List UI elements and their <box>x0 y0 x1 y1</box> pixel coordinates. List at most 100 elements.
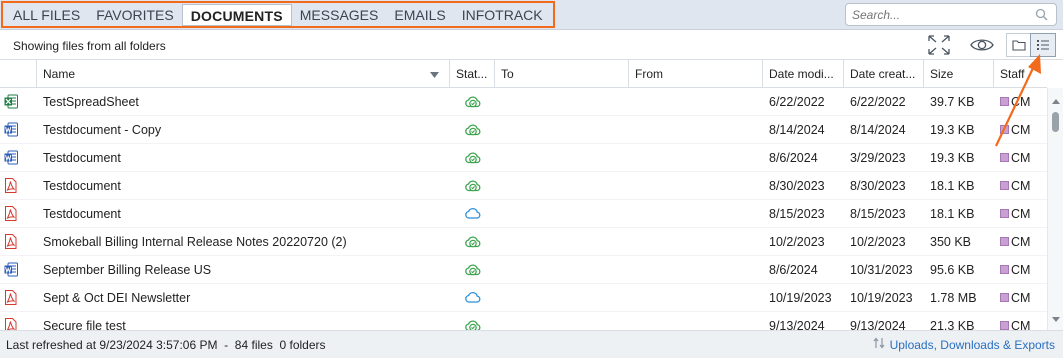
file-to <box>495 172 629 200</box>
table-row[interactable]: Secure file test 9/13/2024 9/13/2024 21.3 K… <box>0 312 1047 330</box>
file-staff: CM <box>994 88 1047 116</box>
synced-cloud-icon <box>450 256 495 284</box>
file-date-modified: 10/19/2023 <box>769 290 832 305</box>
table-row[interactable]: Testdocument 8/15/2023 8/15/2023 18.1 KB CM <box>0 200 1047 228</box>
staff-initials: CM <box>1011 150 1031 165</box>
file-date-created: 8/15/2023 <box>850 206 906 221</box>
file-size: 19.3 KB <box>930 122 975 137</box>
file-name[interactable]: TestSpreadSheet <box>37 88 450 116</box>
column-header-status[interactable]: Stat... <box>450 60 495 88</box>
folder-view-icon[interactable] <box>1006 33 1030 57</box>
files-table: Name Stat... To From Date modi... Date c… <box>0 60 1047 330</box>
file-date-modified: 8/14/2024 <box>769 122 825 137</box>
file-staff: CM <box>994 256 1047 284</box>
tab-all-files[interactable]: ALL FILES <box>5 4 88 26</box>
word-file-icon <box>0 256 37 284</box>
cloud-only-icon <box>450 200 495 228</box>
file-to <box>495 116 629 144</box>
file-date-modified: 8/30/2023 <box>769 178 825 193</box>
scroll-down-icon[interactable] <box>1052 311 1060 325</box>
column-header-to[interactable]: To <box>495 60 629 88</box>
synced-cloud-icon <box>450 172 495 200</box>
search-input[interactable] <box>852 4 1032 25</box>
file-name[interactable]: Testdocument <box>37 144 450 172</box>
staff-initials: CM <box>1011 94 1031 109</box>
excel-file-icon <box>0 88 37 116</box>
tab-emails[interactable]: EMAILS <box>386 4 453 26</box>
file-size: 19.3 KB <box>930 150 975 165</box>
preview-eye-icon[interactable] <box>967 33 997 57</box>
pdf-file-icon <box>0 172 37 200</box>
file-name[interactable]: September Billing Release US <box>37 256 450 284</box>
file-date-modified: 8/15/2023 <box>769 206 825 221</box>
table-row[interactable]: Testdocument 8/6/2024 3/29/2023 19.3 KB CM <box>0 144 1047 172</box>
refresh-status: Last refreshed at 9/23/2024 3:57:06 PM -… <box>6 338 326 352</box>
file-date-created: 10/19/2023 <box>850 290 913 305</box>
file-to <box>495 256 629 284</box>
staff-initials: CM <box>1011 234 1031 249</box>
expand-icon[interactable] <box>925 33 953 57</box>
staff-color-chip <box>1000 209 1009 218</box>
column-header-date-created[interactable]: Date creat... <box>844 60 924 88</box>
search-box[interactable] <box>845 3 1057 26</box>
staff-color-chip <box>1000 237 1009 246</box>
file-to <box>495 284 629 312</box>
file-date-created: 3/29/2023 <box>850 150 906 165</box>
file-date-modified: 8/6/2024 <box>769 262 818 277</box>
file-date-modified: 9/13/2024 <box>769 318 825 331</box>
staff-initials: CM <box>1011 318 1031 331</box>
column-header-staff[interactable]: Staff <box>994 60 1047 88</box>
word-file-icon <box>0 144 37 172</box>
file-from <box>629 228 763 256</box>
file-staff: CM <box>994 228 1047 256</box>
file-from <box>629 172 763 200</box>
column-header-type[interactable] <box>0 60 37 88</box>
column-header-size[interactable]: Size <box>924 60 994 88</box>
file-name[interactable]: Secure file test <box>37 312 450 331</box>
scroll-up-icon[interactable] <box>1052 93 1060 107</box>
tabs-group: ALL FILES FAVORITES DOCUMENTS MESSAGES EMAIL… <box>1 1 555 28</box>
search-icon[interactable] <box>1035 8 1048 24</box>
sort-desc-icon <box>430 60 439 88</box>
column-header-date-modified[interactable]: Date modi... <box>763 60 844 88</box>
table-row[interactable]: Smokeball Billing Internal Release Notes… <box>0 228 1047 256</box>
table-row[interactable]: Testdocument - Copy 8/14/2024 8/14/2024 19.… <box>0 116 1047 144</box>
tab-messages[interactable]: MESSAGES <box>292 4 387 26</box>
file-size: 18.1 KB <box>930 206 975 221</box>
status-bar: Last refreshed at 9/23/2024 3:57:06 PM -… <box>0 330 1063 358</box>
file-name[interactable]: Testdocument <box>37 172 450 200</box>
staff-color-chip <box>1000 321 1009 330</box>
file-size: 95.6 KB <box>930 262 975 277</box>
file-to <box>495 88 629 116</box>
staff-initials: CM <box>1011 290 1031 305</box>
column-header-from[interactable]: From <box>629 60 763 88</box>
file-staff: CM <box>994 144 1047 172</box>
file-name[interactable]: Smokeball Billing Internal Release Notes… <box>37 228 450 256</box>
table-row[interactable]: Testdocument 8/30/2023 8/30/2023 18.1 KB CM <box>0 172 1047 200</box>
tab-infotrack[interactable]: INFOTRACK <box>454 4 551 26</box>
table-body: TestSpreadSheet 6/22/2022 6/22/2022 39.7 KB… <box>0 88 1047 330</box>
file-date-created: 6/22/2022 <box>850 94 906 109</box>
file-to <box>495 228 629 256</box>
pdf-file-icon <box>0 284 37 312</box>
file-name[interactable]: Sept & Oct DEI Newsletter <box>37 284 450 312</box>
file-size: 1.78 MB <box>930 290 977 305</box>
scrollbar-thumb[interactable] <box>1052 112 1059 132</box>
table-row[interactable]: September Billing Release US 8/6/2024 10/3… <box>0 256 1047 284</box>
list-view-icon[interactable] <box>1030 33 1056 57</box>
vertical-scrollbar[interactable] <box>1047 88 1063 330</box>
synced-cloud-icon <box>450 88 495 116</box>
table-row[interactable]: TestSpreadSheet 6/22/2022 6/22/2022 39.7 KB… <box>0 88 1047 116</box>
staff-initials: CM <box>1011 262 1031 277</box>
file-from <box>629 284 763 312</box>
file-date-modified: 6/22/2022 <box>769 94 825 109</box>
file-name[interactable]: Testdocument <box>37 200 450 228</box>
column-header-name[interactable]: Name <box>37 60 450 88</box>
staff-initials: CM <box>1011 206 1031 221</box>
file-name[interactable]: Testdocument - Copy <box>37 116 450 144</box>
table-row[interactable]: Sept & Oct DEI Newsletter 10/19/2023 10/19… <box>0 284 1047 312</box>
file-date-modified: 10/2/2023 <box>769 234 825 249</box>
tab-documents[interactable]: DOCUMENTS <box>181 3 292 26</box>
uploads-downloads-link[interactable]: Uploads, Downloads & Exports <box>873 337 1055 352</box>
tab-favorites[interactable]: FAVORITES <box>88 4 182 26</box>
